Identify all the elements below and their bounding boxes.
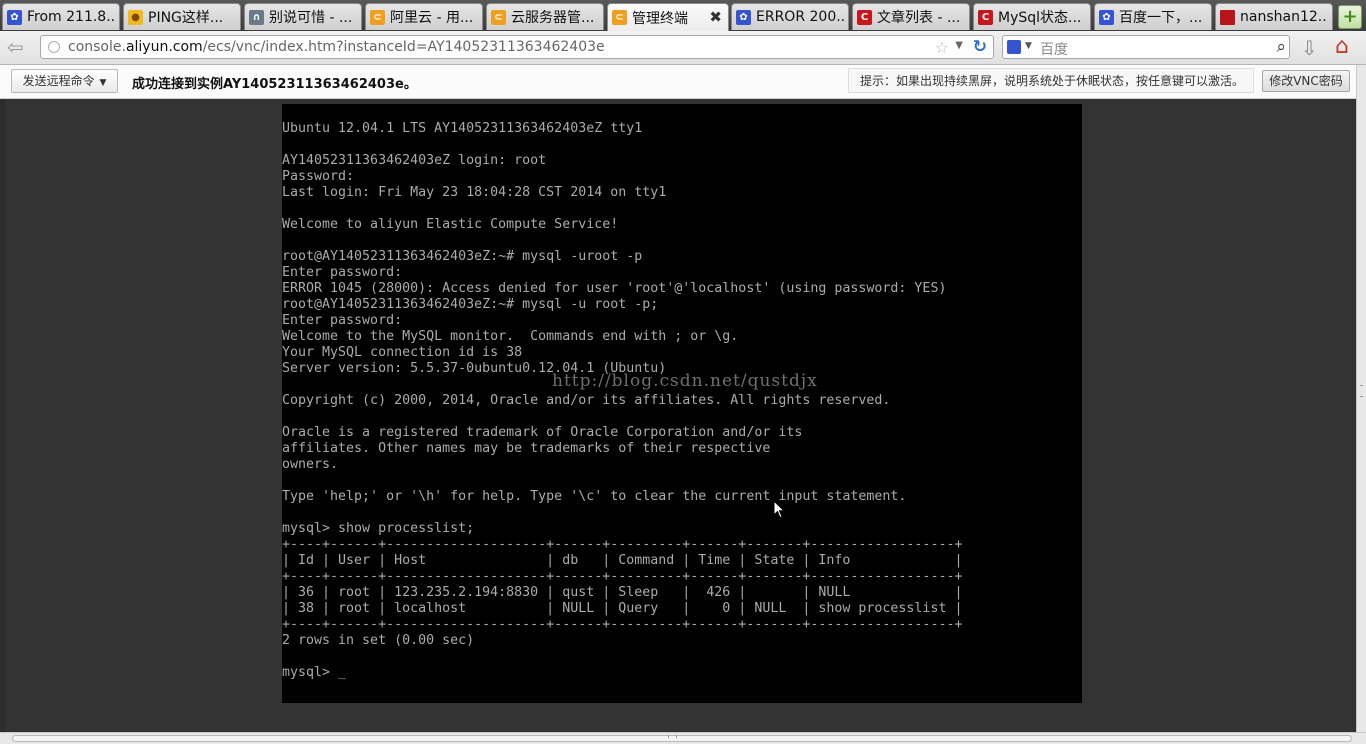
- home-icon[interactable]: ⌂: [1335, 34, 1349, 59]
- tab-label: MySql状态...: [998, 10, 1082, 26]
- terminal-screen[interactable]: Ubuntu 12.04.1 LTS AY14052311363462403eZ…: [282, 104, 1082, 703]
- terminal-line: 2 rows in set (0.00 sec): [282, 633, 475, 648]
- horizontal-scrollbar[interactable]: [0, 732, 1366, 744]
- tab-label: PING这样...: [148, 10, 224, 26]
- tab-label: 别说可惜 - ...: [269, 10, 353, 26]
- terminal-line: Type 'help;' or '\h' for help. Type '\c'…: [282, 489, 907, 504]
- send-remote-command-button[interactable]: 发送远程命令 ▼: [11, 69, 118, 93]
- tab-label: From 211.8...: [27, 9, 115, 25]
- url-text[interactable]: console.aliyun.com/ecs/vnc/index.htm?ins…: [68, 39, 605, 55]
- search-bar[interactable]: ▼ 百度 ⌕: [1002, 35, 1290, 59]
- terminal-line: +----+------+--------------------+------…: [282, 537, 963, 552]
- baidu-paw-icon: ✿: [7, 9, 22, 25]
- csdn-icon: C: [978, 9, 993, 25]
- engine-dropdown-icon[interactable]: ▼: [1025, 41, 1032, 51]
- close-tab-icon[interactable]: ✖: [709, 8, 722, 26]
- tab-from-211[interactable]: ✿ From 211.8...: [2, 3, 120, 30]
- terminal-line: Enter password:: [282, 265, 403, 280]
- terminal-line: Ubuntu 12.04.1 LTS AY14052311363462403eZ…: [282, 121, 643, 136]
- terminal-output: Ubuntu 12.04.1 LTS AY14052311363462403eZ…: [282, 121, 962, 681]
- watermark: http://blog.csdn.net/qustdjx: [552, 371, 818, 391]
- tab-song[interactable]: ∩ 别说可惜 - ...: [244, 3, 362, 30]
- back-arrow-icon[interactable]: ⇦: [7, 37, 31, 57]
- terminal-line: mysql> show processlist;: [282, 521, 475, 536]
- tab-label: 百度一下，...: [1119, 10, 1203, 26]
- tab-mysql-status[interactable]: C MySql状态...: [973, 3, 1091, 30]
- terminal-line: Enter password:: [282, 313, 403, 328]
- tab-label: 管理终端: [632, 10, 688, 27]
- hint-message: 提示：如果出现持续黑屏，说明系统处于休眠状态，按任意键可以激活。: [848, 68, 1254, 93]
- terminal-line: mysql> _: [282, 665, 347, 680]
- terminal-line: owners.: [282, 457, 339, 472]
- vnc-viewer: Ubuntu 12.04.1 LTS AY14052311363462403eZ…: [5, 99, 1355, 732]
- tab-label: 阿里云 - 用...: [390, 10, 474, 26]
- headphones-icon: ∩: [249, 9, 264, 25]
- vertical-scrollbar[interactable]: [1356, 65, 1366, 732]
- chevron-down-icon: ▼: [96, 78, 107, 88]
- tab-error[interactable]: ✿ ERROR 200...: [731, 3, 849, 30]
- aliyun-icon: ⊂: [491, 9, 506, 25]
- tab-label: 云服务器管...: [511, 10, 595, 26]
- terminal-line: +----+------+--------------------+------…: [282, 569, 963, 584]
- tab-article-list[interactable]: C 文章列表 - ...: [852, 3, 970, 30]
- search-icon[interactable]: ⌕: [1276, 37, 1286, 57]
- download-icon[interactable]: ⇩: [1301, 36, 1318, 60]
- terminal-line: Password:: [282, 169, 355, 184]
- new-tab-button[interactable]: +: [1338, 5, 1362, 29]
- scroll-thumb[interactable]: [12, 735, 1352, 742]
- url-path: /ecs/vnc/index.htm?instanceId=AY14052311…: [202, 39, 605, 55]
- change-vnc-password-button[interactable]: 修改VNC密码: [1262, 70, 1350, 92]
- baidu-paw-icon: ✿: [1099, 9, 1114, 25]
- tab-label: 文章列表 - ...: [877, 10, 961, 26]
- url-prefix: console.: [68, 39, 126, 55]
- mouse-pointer-icon: [773, 500, 785, 519]
- terminal-line: +----+------+--------------------+------…: [282, 617, 963, 632]
- tab-ping[interactable]: ● PING这样...: [123, 3, 241, 30]
- terminal-line: root@AY14052311363462403eZ:~# mysql -u r…: [282, 297, 659, 312]
- tab-label: nanshan12...: [1240, 9, 1328, 25]
- csdn-icon: C: [857, 9, 872, 25]
- terminal-line: Oracle is a registered trademark of Orac…: [282, 425, 803, 440]
- url-host: aliyun.com: [125, 39, 203, 55]
- terminal-line: Your MySQL connection id is 38: [282, 345, 523, 360]
- tab-label: ERROR 200...: [756, 9, 844, 25]
- terminal-line: Last login: Fri May 23 18:04:28 CST 2014…: [282, 185, 667, 200]
- terminal-line: AY14052311363462403eZ login: root: [282, 153, 547, 168]
- tab-baidu[interactable]: ✿ 百度一下，...: [1094, 3, 1212, 30]
- vnc-toolbar: 发送远程命令 ▼ 成功连接到实例AY14052311363462403e。 提示…: [0, 65, 1356, 99]
- terminal-line: root@AY14052311363462403eZ:~# mysql -uro…: [282, 249, 643, 264]
- history-dropdown-icon[interactable]: ▼: [955, 40, 963, 51]
- terminal-line: | 36 | root | 123.235.2.194:8830 | qust …: [282, 585, 963, 600]
- scroll-grip-icon: [668, 735, 677, 738]
- tab-aliyun-user[interactable]: ⊂ 阿里云 - 用...: [365, 3, 483, 30]
- navigation-bar: ⇦ console.aliyun.com/ecs/vnc/index.htm?i…: [0, 31, 1366, 65]
- tab-cloud-server[interactable]: ⊂ 云服务器管...: [486, 3, 604, 30]
- search-input[interactable]: 百度: [1040, 39, 1068, 59]
- aliyun-icon: ⊂: [370, 9, 385, 25]
- bookmark-red-icon: [1220, 9, 1235, 25]
- tab-nanshan[interactable]: nanshan12...: [1215, 3, 1333, 30]
- send-command-label: 发送远程命令: [22, 74, 95, 88]
- terminal-line: Copyright (c) 2000, 2014, Oracle and/or …: [282, 393, 891, 408]
- address-bar[interactable]: console.aliyun.com/ecs/vnc/index.htm?ins…: [40, 35, 994, 59]
- connection-status: 成功连接到实例AY14052311363462403e。: [132, 77, 417, 92]
- terminal-line: Welcome to aliyun Elastic Compute Servic…: [282, 217, 619, 232]
- aliyun-icon: ⊂: [612, 10, 627, 25]
- tab-strip: ✿ From 211.8... ● PING这样... ∩ 别说可惜 - ...…: [0, 0, 1366, 31]
- scroll-grip-icon: [1360, 385, 1363, 397]
- zhidao-bulb-icon: ●: [128, 9, 143, 25]
- bookmark-star-icon[interactable]: ☆: [935, 38, 949, 57]
- page-content: 发送远程命令 ▼ 成功连接到实例AY14052311363462403e。 提示…: [0, 65, 1356, 732]
- globe-icon: [48, 41, 60, 53]
- terminal-line: ERROR 1045 (28000): Access denied for us…: [282, 281, 947, 296]
- terminal-line: | Id | User | Host | db | Command | Time…: [282, 553, 963, 568]
- baidu-paw-icon: ✿: [736, 9, 751, 25]
- terminal-line: affiliates. Other names may be trademark…: [282, 441, 771, 456]
- tab-management-terminal[interactable]: ⊂ 管理终端 ✖: [607, 3, 729, 31]
- terminal-line: | 38 | root | localhost | NULL | Query |…: [282, 601, 963, 616]
- search-engine-icon[interactable]: [1007, 40, 1021, 54]
- reload-icon[interactable]: ↻: [973, 37, 987, 57]
- terminal-line: Welcome to the MySQL monitor. Commands e…: [282, 329, 739, 344]
